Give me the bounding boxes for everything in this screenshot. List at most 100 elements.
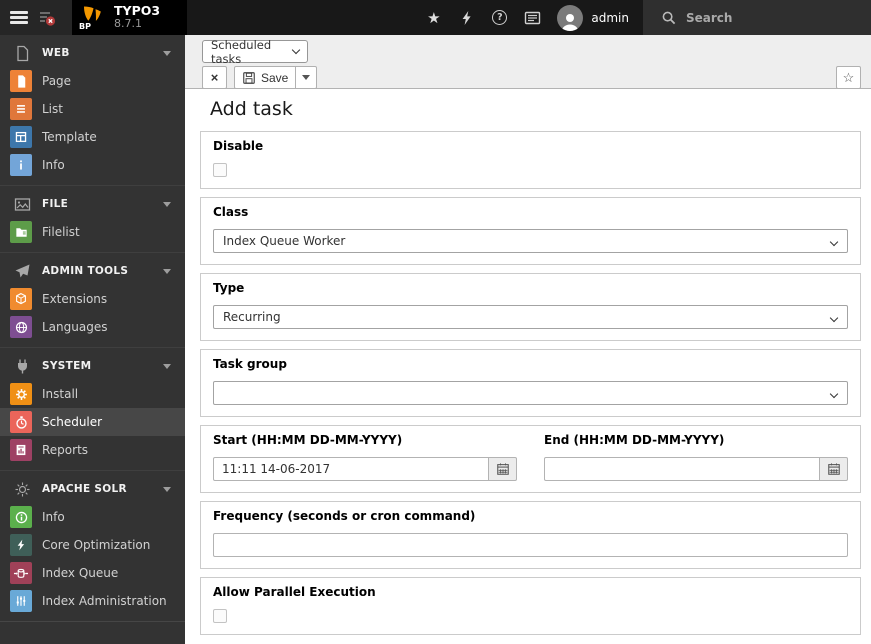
parallel-checkbox[interactable] [213,609,227,623]
sidebar-item-solr-info[interactable]: Info [0,503,185,531]
solr-info-module-icon [10,506,32,528]
start-label: Start (HH:MM DD-MM-YYYY) [213,433,403,447]
parallel-label: Allow Parallel Execution [213,585,376,599]
class-select[interactable]: Index Queue Worker [213,229,848,253]
task-group-select[interactable] [213,381,848,405]
type-label: Type [213,281,245,295]
start-calendar-button[interactable] [489,457,517,481]
toolbar-icons: ★ ? admin [417,0,643,35]
topbar-left [0,0,72,35]
extensions-module-icon [10,288,32,310]
reports-module-icon [10,439,32,461]
disable-label: Disable [213,139,264,153]
sidebar-item-languages[interactable]: Languages [0,313,185,341]
article-icon [525,11,541,24]
frequency-input[interactable] [213,533,848,557]
chevron-down-icon [163,201,171,207]
form-section-parallel: Allow Parallel Execution [200,577,861,635]
bolt-icon [462,10,471,25]
type-select[interactable]: Recurring [213,305,848,329]
index-queue-module-icon [10,562,32,584]
chevron-down-icon [829,313,839,323]
help-toolbar-item[interactable]: ? [483,0,516,35]
sidebar-item-info[interactable]: Info [0,151,185,179]
topbar: BP TYPO3 8.7.1 ★ ? admin Search [0,0,871,35]
index-administration-module-icon [10,590,32,612]
systeminfo-toolbar-item[interactable] [516,0,549,35]
calendar-icon [827,463,840,475]
image-icon [14,197,31,211]
start-input[interactable] [213,457,489,481]
sidebar-item-list[interactable]: List [0,95,185,123]
help-icon: ? [492,10,508,25]
page-title: Add task [210,98,293,120]
save-button[interactable]: Save [234,66,297,89]
star-icon: ★ [427,8,441,27]
core-optimization-module-icon [10,534,32,556]
task-group-label: Task group [213,357,287,371]
section-apache-solr: APACHE SOLR Info Core Optimization Index… [0,470,185,622]
username-label: admin [591,10,629,25]
search-icon [662,11,676,24]
end-input[interactable] [544,457,820,481]
close-icon: × [210,70,219,85]
section-header-web[interactable]: WEB [0,39,185,67]
form-section-frequency: Frequency (seconds or cron command) [200,501,861,569]
sidebar-item-reports[interactable]: Reports [0,436,185,464]
sidebar-item-index-queue[interactable]: Index Queue [0,559,185,587]
bookmarks-toolbar-item[interactable]: ★ [417,0,450,35]
section-web: WEB Page List Template Info [0,35,185,185]
sidebar-item-extensions[interactable]: Extensions [0,285,185,313]
bookmark-star-icon: ☆ [842,69,855,85]
typo3-logo-icon: BP [79,5,106,31]
chevron-down-icon [829,389,839,399]
section-header-file[interactable]: FILE [0,190,185,218]
sidebar-item-index-administration[interactable]: Index Administration [0,587,185,615]
page-module-icon [10,70,32,92]
sidebar-item-scheduler[interactable]: Scheduler [0,408,185,436]
form-section-task-group: Task group [200,349,861,417]
sidebar-item-install[interactable]: Install [0,380,185,408]
save-icon [243,71,255,84]
end-calendar-button[interactable] [820,457,848,481]
end-label: End (HH:MM DD-MM-YYYY) [544,433,725,447]
bookmark-button[interactable]: ☆ [836,66,861,89]
search-toolbar-item[interactable]: Search [643,0,871,35]
sidebar-item-template[interactable]: Template [0,123,185,151]
filelist-module-icon [10,221,32,243]
menu-toggle-icon[interactable] [10,9,28,27]
disable-checkbox[interactable] [213,163,227,177]
form-section-type: Type Recurring [200,273,861,341]
scheduler-module-icon [10,411,32,433]
file-blank-icon [17,45,29,61]
module-function-select[interactable]: Scheduled tasks [202,38,308,66]
save-options-button[interactable] [296,66,318,89]
sidebar-item-page[interactable]: Page [0,67,185,95]
close-button[interactable]: × [202,66,227,89]
form-section-disable: Disable [200,131,861,189]
chevron-down-icon [163,50,171,56]
sidebar-item-core-optimization[interactable]: Core Optimization [0,531,185,559]
section-header-admin-tools[interactable]: ADMIN TOOLS [0,257,185,285]
module-content: Add task Disable Class Index Queue Worke… [185,89,871,644]
calendar-icon [496,463,509,475]
typo3-logo: BP TYPO3 8.7.1 [72,0,187,35]
section-file: FILE Filelist [0,185,185,252]
sidebar-item-filelist[interactable]: Filelist [0,218,185,246]
clear-cache-toolbar-item[interactable] [450,0,483,35]
chevron-down-icon [163,363,171,369]
install-module-icon [10,383,32,405]
rocket-icon [15,264,30,277]
section-header-system[interactable]: SYSTEM [0,352,185,380]
list-module-icon [10,98,32,120]
product-version: 8.7.1 [114,17,142,31]
docheader: Scheduled tasks × Save ☆ [185,35,871,89]
user-toolbar-item[interactable]: admin [549,4,643,31]
logo-badge: BP [79,21,91,31]
plug-icon [18,359,27,373]
frequency-label: Frequency (seconds or cron command) [213,509,476,523]
product-name: TYPO3 [114,2,161,18]
opendocs-icon[interactable] [38,9,56,27]
section-header-apache-solr[interactable]: APACHE SOLR [0,475,185,503]
caret-down-icon [302,75,311,80]
